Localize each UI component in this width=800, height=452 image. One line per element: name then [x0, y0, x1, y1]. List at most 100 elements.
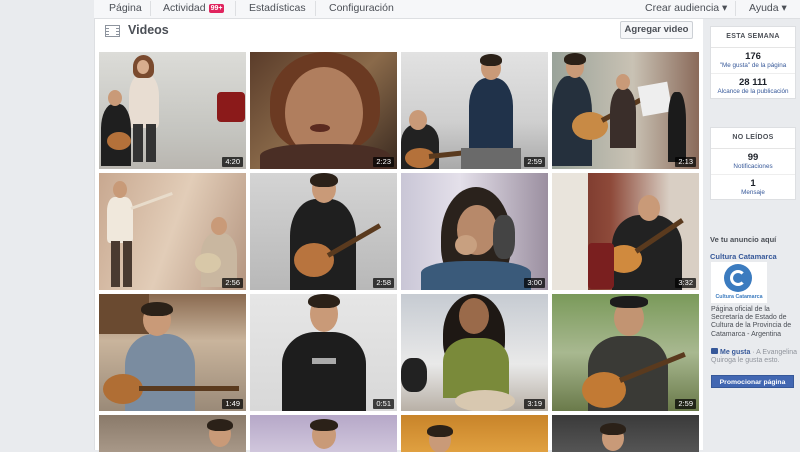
video-duration: 4:20: [222, 157, 243, 167]
video-duration: 2:23: [373, 157, 394, 167]
cultura-catamarca-logo[interactable]: Cultura Catamarca: [711, 262, 767, 303]
thumbnail-shape: [217, 92, 245, 122]
video-duration: 3:19: [524, 399, 545, 409]
messages-stat[interactable]: 1 Mensaje: [711, 175, 795, 200]
ad-page-name[interactable]: Cultura Catamarca: [710, 252, 777, 261]
unread-card: NO LEÍDOS 99 Notificaciones 1 Mensaje: [710, 127, 796, 200]
thumbnail-shape: [610, 88, 636, 148]
nav-activity-label: Actividad: [163, 2, 206, 14]
reach-label: Alcance de la publicación: [717, 87, 789, 95]
top-navigation: Página Actividad 99+ Estadísticas Configu…: [94, 0, 800, 19]
video-thumbnail[interactable]: 2:13: [552, 52, 699, 169]
nav-statistics[interactable]: Estadísticas: [249, 2, 306, 15]
nav-page[interactable]: Página: [109, 2, 142, 15]
video-thumbnail[interactable]: [250, 415, 397, 452]
video-thumbnail[interactable]: 2:59: [401, 52, 548, 169]
thumbnail-shape: [310, 124, 330, 132]
video-thumbnail[interactable]: 2:58: [250, 173, 397, 290]
video-duration: 2:13: [675, 157, 696, 167]
video-thumbnail[interactable]: 3:19: [401, 294, 548, 411]
thumbnail-shape: [107, 197, 133, 243]
reach-stat[interactable]: 28 111 Alcance de la publicación: [711, 74, 795, 99]
thumbnail-shape: [195, 253, 221, 273]
video-thumbnail[interactable]: 4:20: [99, 52, 246, 169]
thumbnail-shape: [282, 332, 366, 411]
thumbnail-shape: [308, 294, 340, 308]
video-duration: 2:59: [524, 157, 545, 167]
messages-label: Mensaje: [741, 188, 765, 196]
notifications-stat[interactable]: 99 Notificaciones: [711, 149, 795, 175]
nav-divider: [150, 1, 151, 16]
thumbnail-shape: [409, 110, 427, 130]
nav-divider: [235, 1, 236, 16]
likes-value: 176: [745, 51, 761, 62]
thumbnail-shape: [564, 53, 586, 65]
video-duration: 0:51: [373, 399, 394, 409]
video-thumbnail[interactable]: 2:56: [99, 173, 246, 290]
thumbnail-shape: [294, 243, 334, 277]
thumbnail-shape: [133, 124, 143, 162]
ad-like-link[interactable]: Me gusta: [720, 349, 750, 356]
video-thumbnail[interactable]: 1:49: [99, 294, 246, 411]
likes-stat[interactable]: 176 "Me gusta" de la página: [711, 48, 795, 74]
thumbnail-shape: [111, 241, 120, 287]
thumbs-up-icon: [711, 348, 718, 354]
thumbnail-shape: [310, 173, 338, 187]
thumbnail-shape: [427, 425, 453, 437]
activity-badge: 99+: [208, 4, 225, 13]
nav-divider: [735, 1, 736, 16]
messages-value: 1: [750, 177, 756, 189]
thumbnail-shape: [310, 419, 338, 431]
video-thumbnail[interactable]: 3:32: [552, 173, 699, 290]
video-duration: 1:49: [222, 399, 243, 409]
thumbnail-shape: [469, 78, 513, 148]
thumbnail-shape: [588, 243, 614, 289]
nav-activity[interactable]: Actividad 99+: [163, 2, 225, 15]
thumbnail-shape: [312, 358, 336, 364]
left-gutter: [0, 0, 94, 450]
thumbnail-shape: [401, 358, 427, 392]
thumbnail-shape: [610, 296, 648, 308]
thumbnail-shape: [455, 390, 515, 411]
ad-section-title: Ve tu anuncio aquí: [710, 235, 777, 244]
likes-label: "Me gusta" de la página: [719, 62, 787, 69]
right-sidebar: ESTA SEMANA 176 "Me gusta" de la página …: [703, 19, 800, 450]
add-video-button[interactable]: Agregar video: [620, 21, 693, 39]
video-thumbnail[interactable]: [552, 415, 699, 452]
video-thumbnail[interactable]: [99, 415, 246, 452]
notifications-label: Notificaciones: [733, 163, 773, 170]
thumbnail-shape: [493, 215, 515, 259]
thumbnail-shape: [211, 217, 227, 235]
promote-page-button[interactable]: Promocionar página: [711, 375, 794, 388]
video-duration: 2:59: [675, 399, 696, 409]
this-week-card: ESTA SEMANA 176 "Me gusta" de la página …: [710, 26, 796, 99]
logo-mark-icon: [724, 264, 752, 292]
video-duration: 2:58: [373, 278, 394, 288]
thumbnail-shape: [123, 241, 132, 287]
thumbnail-shape: [146, 124, 156, 162]
video-thumbnail[interactable]: 2:59: [552, 294, 699, 411]
notifications-value: 99: [747, 152, 759, 163]
ad-like-line: Me gusta · A Evangelina Quiroga le gusta…: [711, 348, 799, 365]
video-thumbnail[interactable]: 3:00: [401, 173, 548, 290]
video-thumbnail[interactable]: [401, 415, 548, 452]
video-thumbnail[interactable]: 0:51: [250, 294, 397, 411]
thumbnail-shape: [130, 192, 173, 210]
unread-title: NO LEÍDOS: [711, 128, 795, 149]
thumbnail-shape: [455, 235, 477, 255]
nav-settings[interactable]: Configuración: [329, 2, 394, 15]
thumbnail-shape: [260, 144, 390, 169]
thumbnail-shape: [129, 74, 159, 128]
thumbnail-shape: [108, 90, 122, 106]
thumbnail-shape: [141, 302, 173, 316]
thumbnail-shape: [552, 173, 588, 290]
help-menu[interactable]: Ayuda ▾: [749, 2, 787, 15]
video-thumbnail[interactable]: 2:23: [250, 52, 397, 169]
thumbnail-shape: [459, 298, 489, 334]
create-audience-menu[interactable]: Crear audiencia ▾: [645, 2, 727, 15]
video-duration: 3:00: [524, 278, 545, 288]
thumbnail-shape: [443, 338, 509, 398]
this-week-title: ESTA SEMANA: [711, 27, 795, 48]
thumbnail-shape: [616, 74, 630, 90]
thumbnail-shape: [461, 148, 521, 169]
